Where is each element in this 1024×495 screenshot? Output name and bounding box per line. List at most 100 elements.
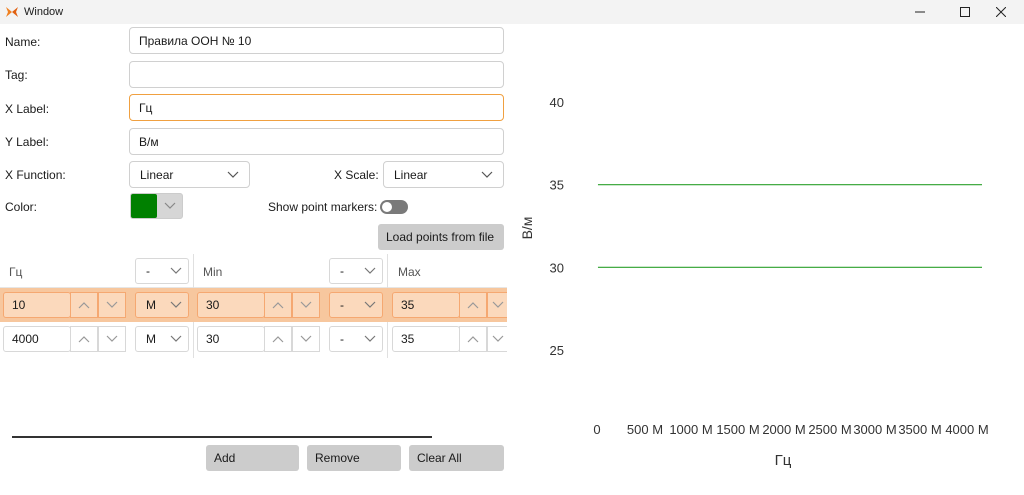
freq-unit-dropdown[interactable]: M [135, 326, 189, 352]
x-scale-label: X Scale: [334, 168, 379, 182]
max-increment-button[interactable] [459, 326, 487, 352]
y-tick-label: 25 [550, 343, 564, 358]
load-points-label: Load points from file [386, 230, 495, 244]
y-axis-label: В/м [519, 217, 535, 240]
tag-field[interactable] [129, 61, 504, 88]
x-scale-value: Linear [394, 167, 428, 182]
x-scale-dropdown[interactable]: Linear [383, 161, 504, 188]
minimize-button[interactable] [897, 0, 943, 24]
freq-unit-dropdown[interactable]: M [135, 292, 189, 318]
table-row[interactable]: 10 M 30 - 35 [0, 288, 507, 322]
color-label: Color: [5, 200, 38, 214]
header-freq-unit-value: - [146, 264, 150, 278]
add-button[interactable]: Add [206, 445, 299, 471]
chevron-down-icon [164, 202, 175, 209]
max-input[interactable]: 35 [392, 326, 460, 352]
tag-label: Tag: [5, 68, 28, 82]
max-input[interactable]: 35 [392, 292, 460, 318]
freq-input[interactable]: 4000 [3, 326, 71, 352]
y-label-field[interactable]: В/м [129, 128, 504, 155]
x-tick-label: 500 M [627, 422, 663, 437]
min-decrement-button[interactable] [292, 292, 320, 318]
close-button[interactable] [978, 0, 1024, 24]
chevron-down-icon [492, 301, 503, 308]
freq-unit-value: M [146, 332, 156, 346]
min-unit-value: - [340, 298, 344, 312]
chevron-down-icon [227, 171, 239, 178]
header-freq: Гц [9, 265, 23, 279]
color-picker[interactable] [130, 193, 183, 219]
min-input[interactable]: 30 [197, 326, 265, 352]
chevron-down-icon [481, 171, 493, 178]
app-logo-icon [6, 7, 18, 17]
max-increment-button[interactable] [459, 292, 487, 318]
x-label-label: X Label: [5, 102, 50, 116]
chevron-up-icon [78, 302, 90, 309]
max-decrement-button[interactable] [487, 326, 507, 352]
chevron-up-icon [272, 302, 284, 309]
min-unit-dropdown[interactable]: - [329, 326, 383, 352]
freq-decrement-button[interactable] [98, 326, 126, 352]
header-min-unit-dropdown[interactable]: - [329, 258, 383, 284]
x-function-value: Linear [140, 167, 174, 182]
chevron-down-icon [364, 267, 376, 274]
chevron-down-icon [170, 301, 182, 308]
min-unit-dropdown[interactable]: - [329, 292, 383, 318]
freq-unit-value: M [146, 298, 156, 312]
show-markers-label: Show point markers: [268, 200, 378, 214]
x-tick-label: 1000 M [669, 422, 712, 437]
x-tick-label: 2000 M [762, 422, 805, 437]
name-field[interactable]: Правила ООН № 10 [129, 27, 504, 54]
x-axis-label: Гц [775, 452, 792, 469]
freq-value: 4000 [12, 332, 39, 346]
x-tick-label: 1500 M [716, 422, 759, 437]
y-tick-label: 40 [550, 95, 564, 110]
chevron-down-icon [492, 335, 503, 342]
horizontal-scrollbar[interactable] [12, 436, 432, 438]
chevron-up-icon [78, 336, 90, 343]
name-label: Name: [5, 35, 41, 49]
x-tick-label: 0 [593, 422, 600, 437]
x-tick-label: 3000 M [853, 422, 896, 437]
freq-increment-button[interactable] [70, 292, 98, 318]
max-value: 35 [401, 298, 415, 312]
min-value: 30 [206, 332, 220, 346]
x-label-field[interactable]: Гц [129, 94, 504, 121]
load-points-button[interactable]: Load points from file [378, 224, 504, 250]
max-decrement-button[interactable] [487, 292, 507, 318]
freq-value: 10 [12, 298, 26, 312]
window-title: Window [24, 6, 64, 18]
color-swatch [131, 194, 157, 218]
y-tick-label: 30 [550, 260, 564, 275]
min-value: 30 [206, 298, 220, 312]
clear-all-button[interactable]: Clear All [409, 445, 504, 471]
y-label-value: В/м [139, 134, 159, 149]
chevron-down-icon [170, 267, 182, 274]
minimize-icon [915, 11, 925, 13]
table-row[interactable]: 4000 M 30 - 35 [0, 322, 507, 356]
x-tick-label: 2500 M [808, 422, 851, 437]
freq-input[interactable]: 10 [3, 292, 71, 318]
remove-label: Remove [315, 451, 360, 465]
chevron-down-icon [106, 301, 118, 308]
min-increment-button[interactable] [264, 326, 292, 352]
color-dropdown-button[interactable] [157, 194, 182, 218]
chevron-down-icon [300, 335, 312, 342]
x-label-value: Гц [139, 100, 153, 115]
freq-increment-button[interactable] [70, 326, 98, 352]
add-label: Add [214, 451, 236, 465]
y-label-label: Y Label: [5, 135, 49, 149]
show-markers-toggle[interactable] [380, 200, 408, 214]
x-function-dropdown[interactable]: Linear [129, 161, 250, 188]
name-value: Правила ООН № 10 [139, 33, 252, 48]
chevron-up-icon [467, 302, 479, 309]
min-input[interactable]: 30 [197, 292, 265, 318]
min-decrement-button[interactable] [292, 326, 320, 352]
freq-decrement-button[interactable] [98, 292, 126, 318]
min-unit-value: - [340, 332, 344, 346]
header-freq-unit-dropdown[interactable]: - [135, 258, 189, 284]
max-value: 35 [401, 332, 415, 346]
x-tick-label: 3500 M [898, 422, 941, 437]
remove-button[interactable]: Remove [307, 445, 401, 471]
min-increment-button[interactable] [264, 292, 292, 318]
